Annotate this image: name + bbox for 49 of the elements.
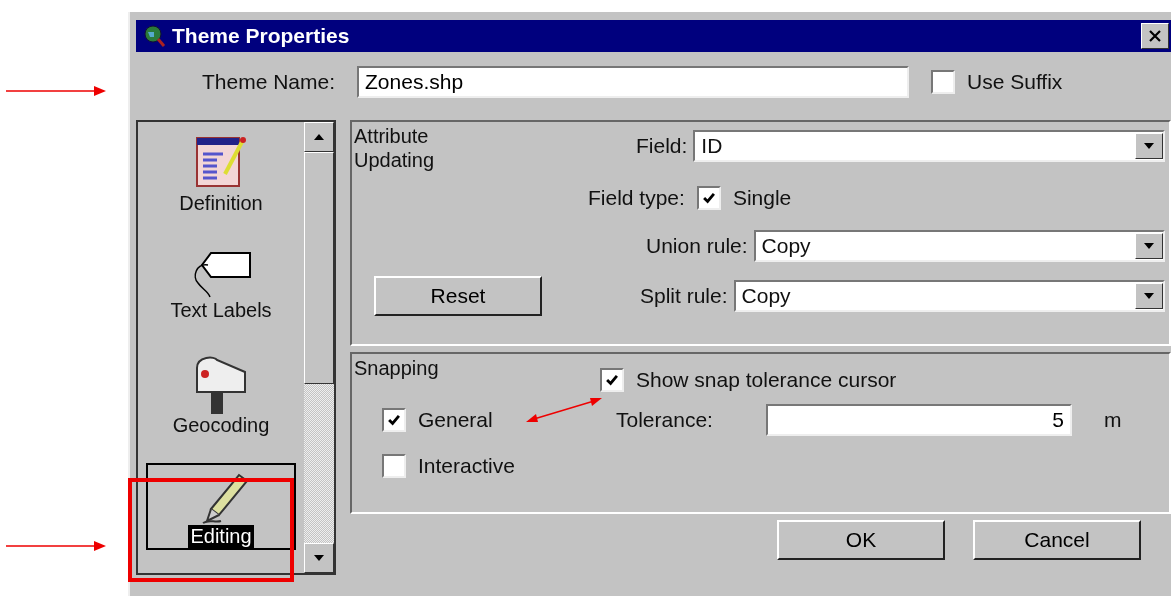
- split-rule-dropdown[interactable]: Copy: [733, 280, 1165, 312]
- scrollbar-thumb[interactable]: [304, 152, 334, 384]
- group-title: Snapping: [354, 356, 440, 380]
- sidebar-item[interactable]: Geocoding: [146, 348, 296, 439]
- checkbox[interactable]: [931, 70, 956, 94]
- sidebar-item[interactable]: Text Labels: [146, 241, 296, 324]
- close-icon: [1149, 30, 1161, 42]
- union-rule-dropdown[interactable]: Copy: [753, 230, 1165, 262]
- checkbox[interactable]: [382, 408, 406, 432]
- unit-label: m: [1104, 408, 1122, 432]
- checkbox[interactable]: [600, 368, 624, 392]
- tolerance-field[interactable]: 5: [766, 404, 1072, 436]
- window-title: Theme Properties: [172, 24, 351, 48]
- use-suffix-label: Use Suffix: [967, 70, 1063, 94]
- single-label: Single: [732, 186, 792, 210]
- field-dropdown[interactable]: ID: [693, 130, 1165, 162]
- theme-name-label: Theme Name:: [202, 70, 336, 94]
- caret-icon: [1144, 243, 1154, 249]
- sidebar-item-label: Text Labels: [169, 299, 273, 322]
- union-rule-label: Union rule:: [646, 234, 748, 258]
- sidebar-item[interactable]: Definition: [146, 130, 296, 217]
- scrollbar[interactable]: [304, 122, 334, 573]
- close-button[interactable]: [1141, 23, 1169, 49]
- general-label: General: [418, 408, 493, 432]
- dialog-button[interactable]: Cancel: [973, 520, 1141, 560]
- sidebar-item-label: Geocoding: [171, 414, 271, 437]
- sidebar-item-label: Editing: [188, 525, 254, 548]
- checkmark-icon: [605, 373, 619, 387]
- field-label: Field:: [636, 134, 688, 158]
- tolerance-label: Tolerance:: [616, 408, 714, 432]
- checkbox[interactable]: [382, 454, 406, 478]
- field-type-label: Field type:: [588, 186, 685, 210]
- caret-icon: [1144, 143, 1154, 149]
- caret-icon: [1144, 293, 1154, 299]
- checkmark-icon: [387, 413, 401, 427]
- reset-button[interactable]: Reset: [374, 276, 542, 316]
- sidebar-item-label: Definition: [178, 192, 264, 215]
- split-rule-label: Split rule:: [640, 284, 728, 308]
- down-arrow-icon: [314, 555, 324, 561]
- sidebar-item[interactable]: Editing: [146, 463, 296, 550]
- group-title: Attribute Updating: [354, 124, 436, 172]
- checkbox[interactable]: [696, 186, 721, 210]
- checkmark-icon: [701, 191, 716, 205]
- globe-magnifier-icon: [142, 24, 166, 48]
- dialog-button[interactable]: OK: [777, 520, 945, 560]
- show-cursor-label: Show snap tolerance cursor: [636, 368, 897, 392]
- up-arrow-icon: [314, 134, 324, 140]
- interactive-label: Interactive: [418, 454, 515, 478]
- theme-name-field[interactable]: Zones.shp: [357, 66, 910, 98]
